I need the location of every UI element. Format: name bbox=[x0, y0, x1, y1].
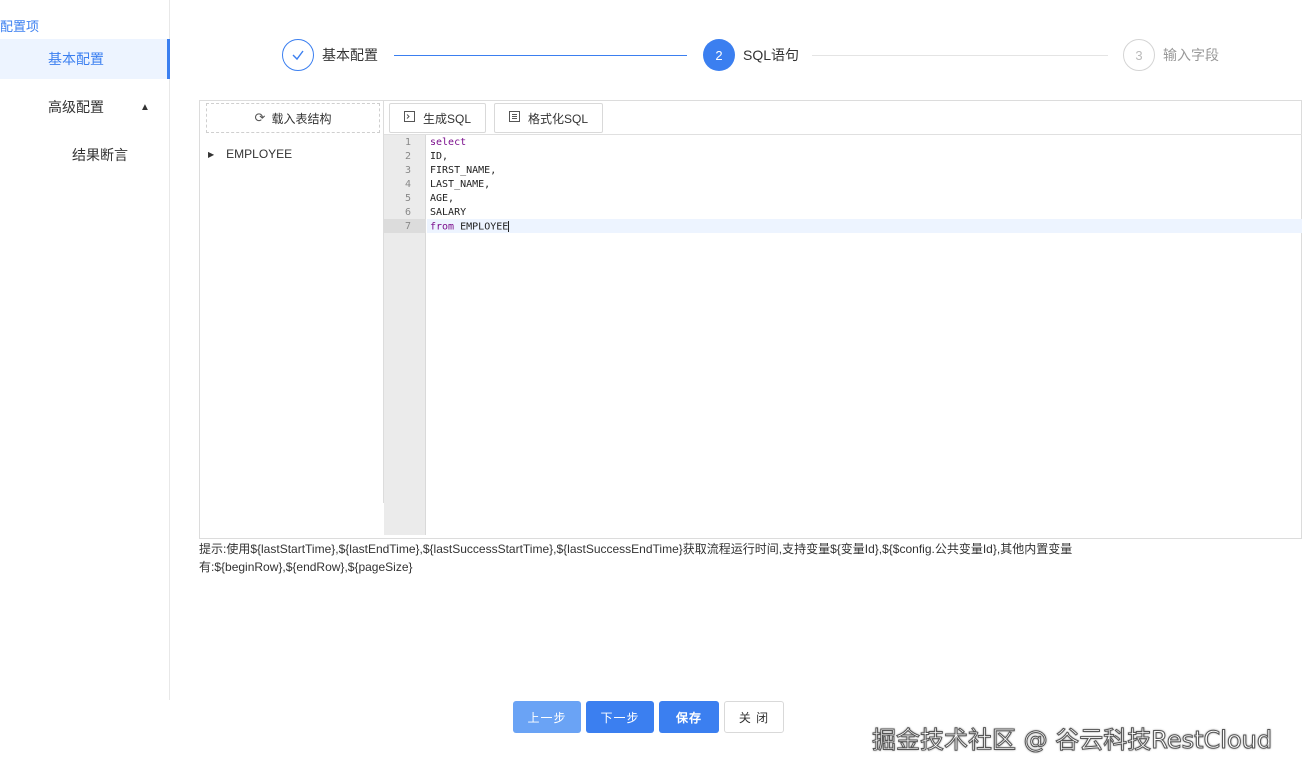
close-button[interactable]: 关 闭 bbox=[724, 701, 784, 733]
next-step-button[interactable]: 下一步 bbox=[586, 701, 654, 733]
previous-step-button[interactable]: 上一步 bbox=[513, 701, 581, 733]
step-number: 2 bbox=[703, 39, 735, 71]
code-line: LAST_NAME, bbox=[430, 179, 491, 190]
hint-text: 提示:使用${lastStartTime},${lastEndTime},${l… bbox=[199, 540, 1119, 576]
terminal-icon bbox=[404, 111, 415, 125]
step-connector bbox=[394, 55, 687, 56]
step-connector bbox=[812, 55, 1108, 56]
step-sql[interactable]: 2 SQL语句 bbox=[703, 39, 799, 71]
sidebar: 配置项 基本配置 高级配置 ▲ 结果断言 bbox=[0, 0, 170, 700]
hint-line-2: 有:${beginRow},${endRow},${pageSize} bbox=[199, 560, 413, 574]
code-line: SALARY bbox=[430, 207, 467, 218]
line-number: 7 bbox=[404, 221, 411, 232]
line-number: 2 bbox=[404, 151, 411, 162]
line-number: 1 bbox=[404, 137, 411, 148]
line-number: 5 bbox=[404, 193, 411, 204]
code-line: select bbox=[430, 137, 467, 148]
sql-keyword: from bbox=[430, 221, 455, 233]
code-editor[interactable]: 1 2 3 4 5 6 7 select ID, FIRST_NAME, LAS… bbox=[384, 134, 1302, 535]
sidebar-item-advanced-config[interactable]: 高级配置 ▲ bbox=[0, 87, 170, 127]
sidebar-item-label: 结果断言 bbox=[72, 147, 128, 163]
step-label: 基本配置 bbox=[322, 47, 378, 63]
code-line-with-cursor: from EMPLOYEE bbox=[430, 221, 510, 233]
code-line: ID, bbox=[430, 151, 449, 162]
sidebar-item-result-assert[interactable]: 结果断言 bbox=[0, 135, 170, 175]
format-sql-button[interactable]: 格式化SQL bbox=[494, 103, 604, 133]
sidebar-item-label: 高级配置 bbox=[48, 99, 104, 115]
caret-right-icon[interactable]: ▶ bbox=[208, 150, 214, 159]
line-number: 6 bbox=[404, 207, 411, 218]
tree-item-label: EMPLOYEE bbox=[226, 147, 293, 161]
save-button[interactable]: 保存 bbox=[659, 701, 719, 733]
step-number: 3 bbox=[1123, 39, 1155, 71]
sql-editor-panel: ⟳ 载入表结构 ▶ EMPLOYEE 生成SQL 格式化SQL 1 2 3 4 … bbox=[199, 100, 1302, 539]
code-line: AGE, bbox=[430, 193, 455, 204]
hint-line-1: 提示:使用${lastStartTime},${lastEndTime},${l… bbox=[199, 542, 1073, 556]
line-number-gutter: 1 2 3 4 5 6 7 bbox=[384, 135, 426, 535]
watermark: 掘金技术社区 @ 谷云科技RestCloud bbox=[871, 726, 1273, 755]
step-input-fields[interactable]: 3 输入字段 bbox=[1123, 39, 1219, 71]
sidebar-item-label: 基本配置 bbox=[48, 51, 104, 67]
line-number: 3 bbox=[404, 165, 411, 176]
load-table-structure-button[interactable]: ⟳ 载入表结构 bbox=[206, 103, 380, 133]
step-label: SQL语句 bbox=[743, 47, 800, 63]
document-icon bbox=[509, 111, 520, 125]
tree-item-employee[interactable]: ▶ EMPLOYEE bbox=[208, 147, 292, 161]
text-cursor bbox=[508, 221, 510, 232]
check-icon bbox=[282, 39, 314, 71]
format-sql-label: 格式化SQL bbox=[528, 111, 589, 126]
generate-sql-label: 生成SQL bbox=[423, 111, 472, 126]
generate-sql-button[interactable]: 生成SQL bbox=[389, 103, 487, 133]
code-line: FIRST_NAME, bbox=[430, 165, 497, 176]
active-line-highlight bbox=[427, 219, 1302, 233]
load-button-label: 载入表结构 bbox=[271, 111, 332, 126]
line-number: 4 bbox=[404, 179, 411, 190]
step-label: 输入字段 bbox=[1163, 47, 1219, 63]
sidebar-title: 配置项 bbox=[0, 19, 40, 34]
refresh-icon: ⟳ bbox=[254, 110, 266, 125]
sidebar-item-basic-config[interactable]: 基本配置 bbox=[0, 39, 170, 79]
table-structure-pane: ⟳ 载入表结构 ▶ EMPLOYEE bbox=[200, 101, 384, 503]
chevron-up-icon: ▲ bbox=[140, 101, 150, 113]
step-basic-config[interactable]: 基本配置 bbox=[282, 39, 378, 71]
